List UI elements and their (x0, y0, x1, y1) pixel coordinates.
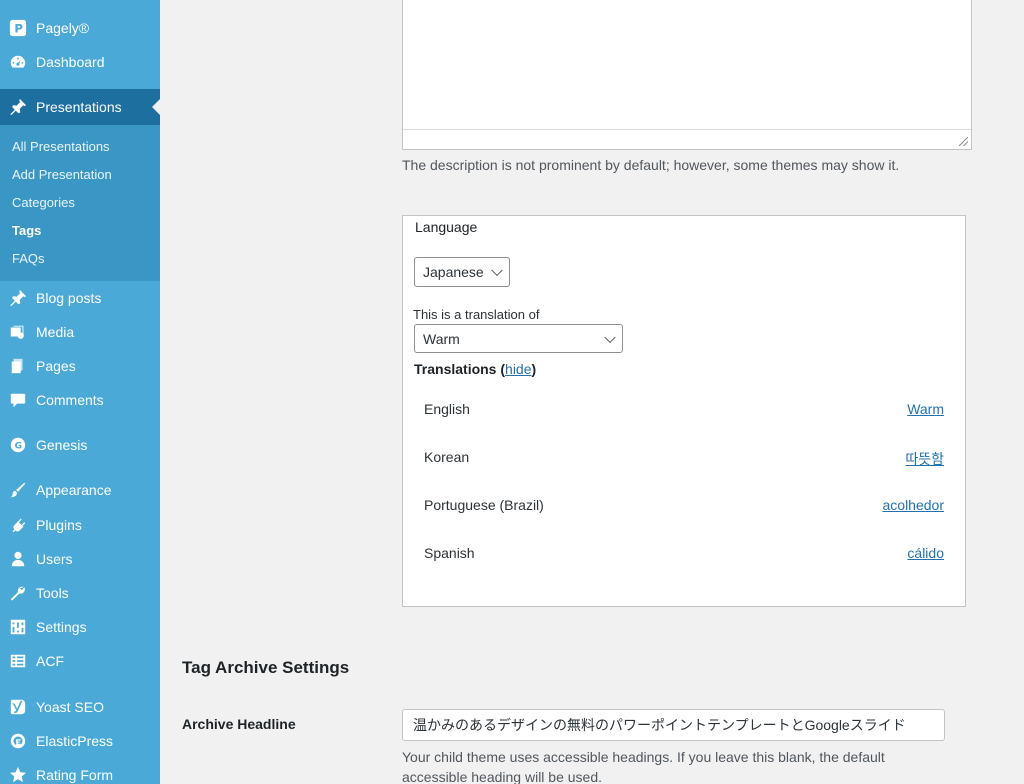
pin-icon (8, 97, 28, 117)
menu-label: Media (36, 324, 75, 340)
menu-plugins[interactable]: Plugins (0, 508, 160, 542)
menu-genesis[interactable]: G Genesis (0, 428, 160, 462)
pin-icon (8, 288, 28, 308)
user-icon (8, 549, 28, 569)
menu-presentations[interactable]: Presentations (0, 89, 160, 125)
menu-pages[interactable]: Pages (0, 349, 160, 383)
archive-headline-input[interactable]: 温かみのあるデザインの無料のパワーポイントテンプレートとGoogleスライド (402, 709, 945, 741)
genesis-icon: G (8, 435, 28, 455)
dashboard-icon (8, 52, 28, 72)
menu-label: Presentations (36, 99, 122, 115)
resize-handle-icon[interactable] (959, 137, 968, 146)
brush-icon (8, 480, 28, 500)
translation-of-label: This is a translation of (413, 307, 540, 322)
archive-headline-help: Your child theme uses accessible heading… (402, 749, 885, 784)
menu-elasticpress[interactable]: ElasticPress (0, 724, 160, 758)
menu-label: Plugins (36, 517, 82, 533)
menu-appearance[interactable]: Appearance (0, 473, 160, 507)
site-name: Pagely® (36, 20, 90, 36)
translations-label: Translations (414, 361, 497, 377)
translation-language: Korean (424, 449, 470, 465)
translation-link[interactable]: acolhedor (883, 497, 945, 513)
menu-users[interactable]: Users (0, 542, 160, 576)
site-name-link[interactable]: P Pagely® (0, 11, 160, 45)
menu-rating-form[interactable]: Rating Form (0, 758, 160, 784)
presentations-submenu: All Presentations Add Presentation Categ… (0, 125, 160, 281)
menu-blog-posts[interactable]: Blog posts (0, 281, 160, 315)
language-title: Language (415, 219, 478, 235)
menu-label: Pages (36, 358, 76, 374)
translation-of-select[interactable]: Warm (414, 324, 623, 353)
menu-label: ElasticPress (36, 733, 114, 749)
description-help-text: The description is not prominent by defa… (402, 157, 900, 173)
menu-label: Rating Form (36, 767, 114, 783)
menu-yoast-seo[interactable]: Yoast SEO (0, 690, 160, 724)
pagely-logo-icon: P (8, 18, 28, 38)
submenu-add-presentation[interactable]: Add Presentation (12, 167, 112, 182)
elasticpress-icon (8, 731, 28, 751)
menu-label: Comments (36, 392, 104, 408)
description-textarea[interactable] (402, 0, 972, 150)
menu-tools[interactable]: Tools (0, 576, 160, 610)
menu-settings[interactable]: Settings (0, 610, 160, 644)
chevron-down-icon (491, 264, 503, 277)
translation-link[interactable]: Warm (907, 401, 944, 417)
comment-icon (8, 390, 28, 410)
menu-label: Tools (36, 585, 69, 601)
menu-label: ACF (36, 653, 64, 669)
translation-of-value: Warm (423, 330, 460, 347)
sliders-icon (8, 617, 28, 637)
menu-acf[interactable]: ACF (0, 644, 160, 678)
main-content: The description is not prominent by defa… (160, 0, 1024, 784)
archive-headline-label: Archive Headline (182, 716, 296, 732)
translation-language: Portuguese (Brazil) (424, 497, 544, 513)
chevron-down-icon (604, 331, 616, 343)
svg-text:P: P (14, 22, 23, 36)
language-metabox: Language Japanese This is a translation … (402, 215, 966, 607)
wrench-icon (8, 583, 28, 603)
admin-sidebar: P Pagely® Dashboard Presentations All Pr… (0, 0, 160, 784)
pages-icon (8, 356, 28, 376)
language-select[interactable]: Japanese (414, 257, 510, 287)
submenu-categories[interactable]: Categories (12, 195, 75, 210)
translation-link[interactable]: cálido (907, 545, 944, 561)
menu-label: Blog posts (36, 290, 102, 306)
submenu-faqs[interactable]: FAQs (12, 251, 45, 266)
menu-label: Genesis (36, 437, 88, 453)
svg-text:G: G (15, 442, 22, 452)
translations-heading: Translations (hide) (414, 361, 537, 377)
submenu-tags[interactable]: Tags (12, 223, 41, 238)
menu-label: Settings (36, 619, 87, 635)
submenu-all-presentations[interactable]: All Presentations (12, 139, 110, 154)
translation-link[interactable]: 따뜻함 (905, 449, 944, 469)
section-title: Tag Archive Settings (182, 658, 350, 677)
media-icon (8, 322, 28, 342)
grid-icon (8, 651, 28, 671)
yoast-icon (8, 697, 28, 717)
menu-label: Appearance (36, 482, 112, 498)
language-select-value: Japanese (423, 264, 484, 280)
menu-label: Dashboard (36, 54, 105, 70)
translation-language: Spanish (424, 545, 475, 561)
menu-label: Users (36, 551, 73, 567)
hide-translations-link[interactable]: hide (505, 361, 531, 377)
star-icon (8, 765, 28, 784)
translation-language: English (424, 401, 470, 417)
textarea-statusbar (403, 129, 971, 149)
menu-dashboard[interactable]: Dashboard (0, 45, 160, 79)
menu-media[interactable]: Media (0, 315, 160, 349)
menu-label: Yoast SEO (36, 699, 104, 715)
plug-icon (8, 515, 28, 535)
menu-comments[interactable]: Comments (0, 383, 160, 417)
